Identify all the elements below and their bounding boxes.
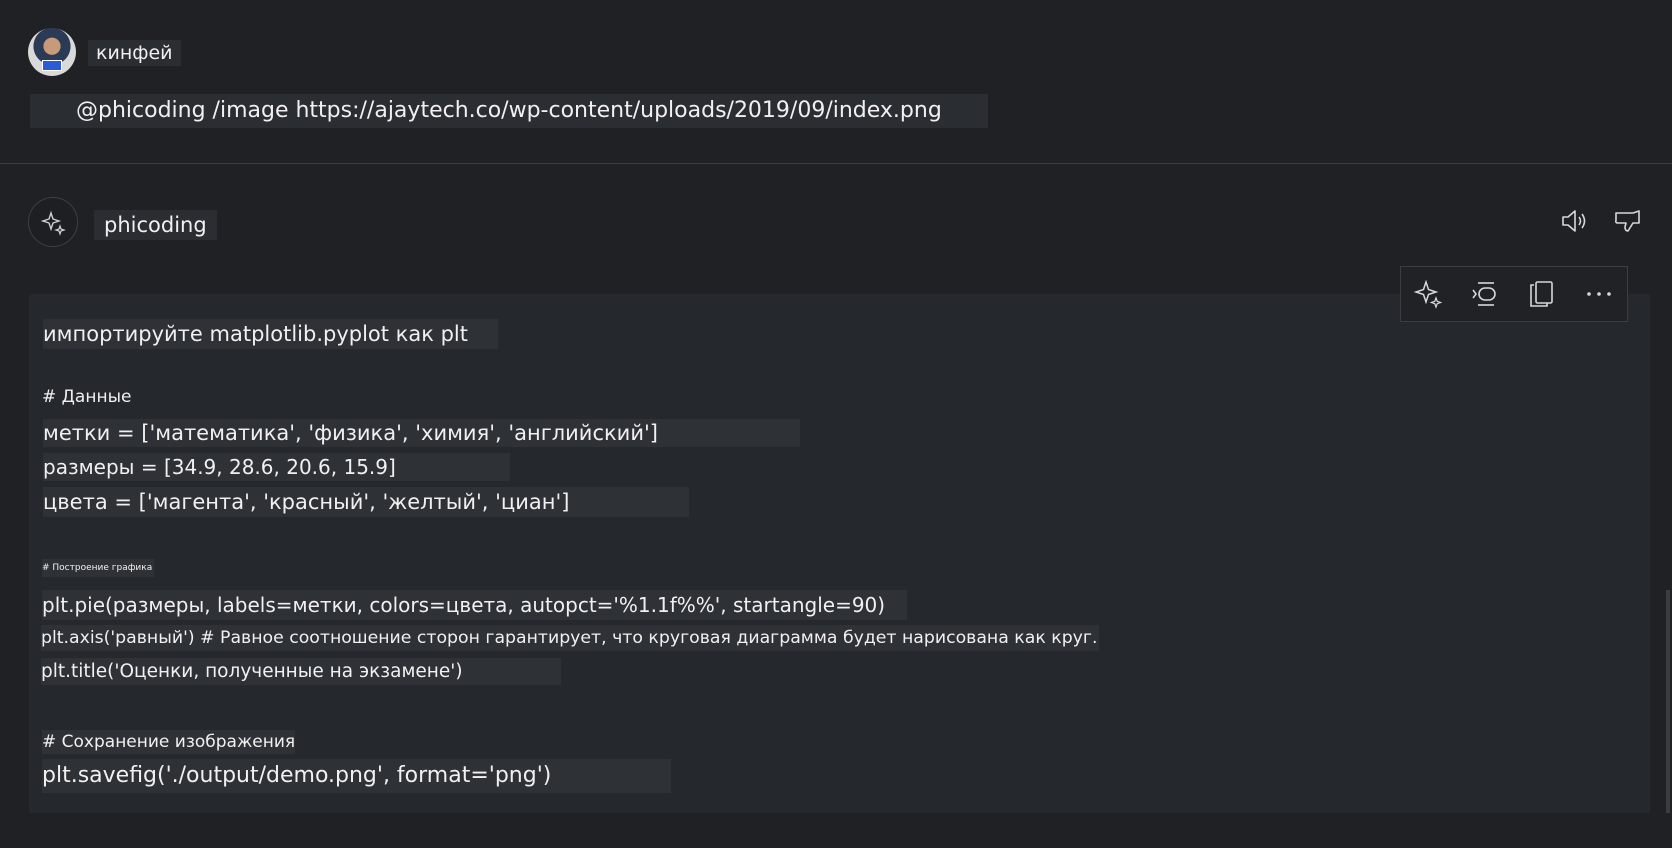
copy-icon[interactable] <box>1522 274 1562 314</box>
speaker-icon[interactable] <box>1555 201 1595 241</box>
code-comment: # Сохранение изображения <box>42 730 296 754</box>
scrollbar[interactable] <box>1666 590 1670 813</box>
user-prompt: @phicoding /image https://ajaytech.co/wp… <box>30 94 988 128</box>
user-name: кинфей <box>88 40 181 66</box>
code-line: plt.pie(размеры, labels=метки, colors=цв… <box>42 590 908 620</box>
thumbs-down-icon[interactable] <box>1608 201 1648 241</box>
more-icon[interactable] <box>1579 274 1619 314</box>
code-line: размеры = [34.9, 28.6, 20.6, 15.9] <box>43 453 510 481</box>
code-block[interactable]: импортируйте matplotlib.pyplot как plt #… <box>29 294 1650 813</box>
bot-avatar <box>28 197 78 247</box>
code-line: импортируйте matplotlib.pyplot как plt <box>43 319 498 349</box>
code-line: метки = ['математика', 'физика', 'химия'… <box>43 419 800 447</box>
code-comment: # Построение графика <box>42 559 155 577</box>
code-toolbar <box>1400 266 1628 322</box>
sparkle-icon <box>41 210 66 236</box>
code-line: plt.title('Оценки, полученные на экзамен… <box>41 658 561 685</box>
code-line: цвета = ['магента', 'красный', 'желтый',… <box>43 487 690 517</box>
code-comment: # Данные <box>42 387 132 407</box>
user-avatar <box>28 28 76 76</box>
code-line: plt.axis('равный') # Равное соотношение … <box>41 625 1100 651</box>
sparkle-icon[interactable] <box>1409 274 1449 314</box>
message-divider <box>0 163 1672 164</box>
insert-code-icon[interactable] <box>1466 274 1506 314</box>
bot-name: phicoding <box>94 210 217 240</box>
code-line: plt.savefig('./output/demo.png', format=… <box>42 759 672 793</box>
